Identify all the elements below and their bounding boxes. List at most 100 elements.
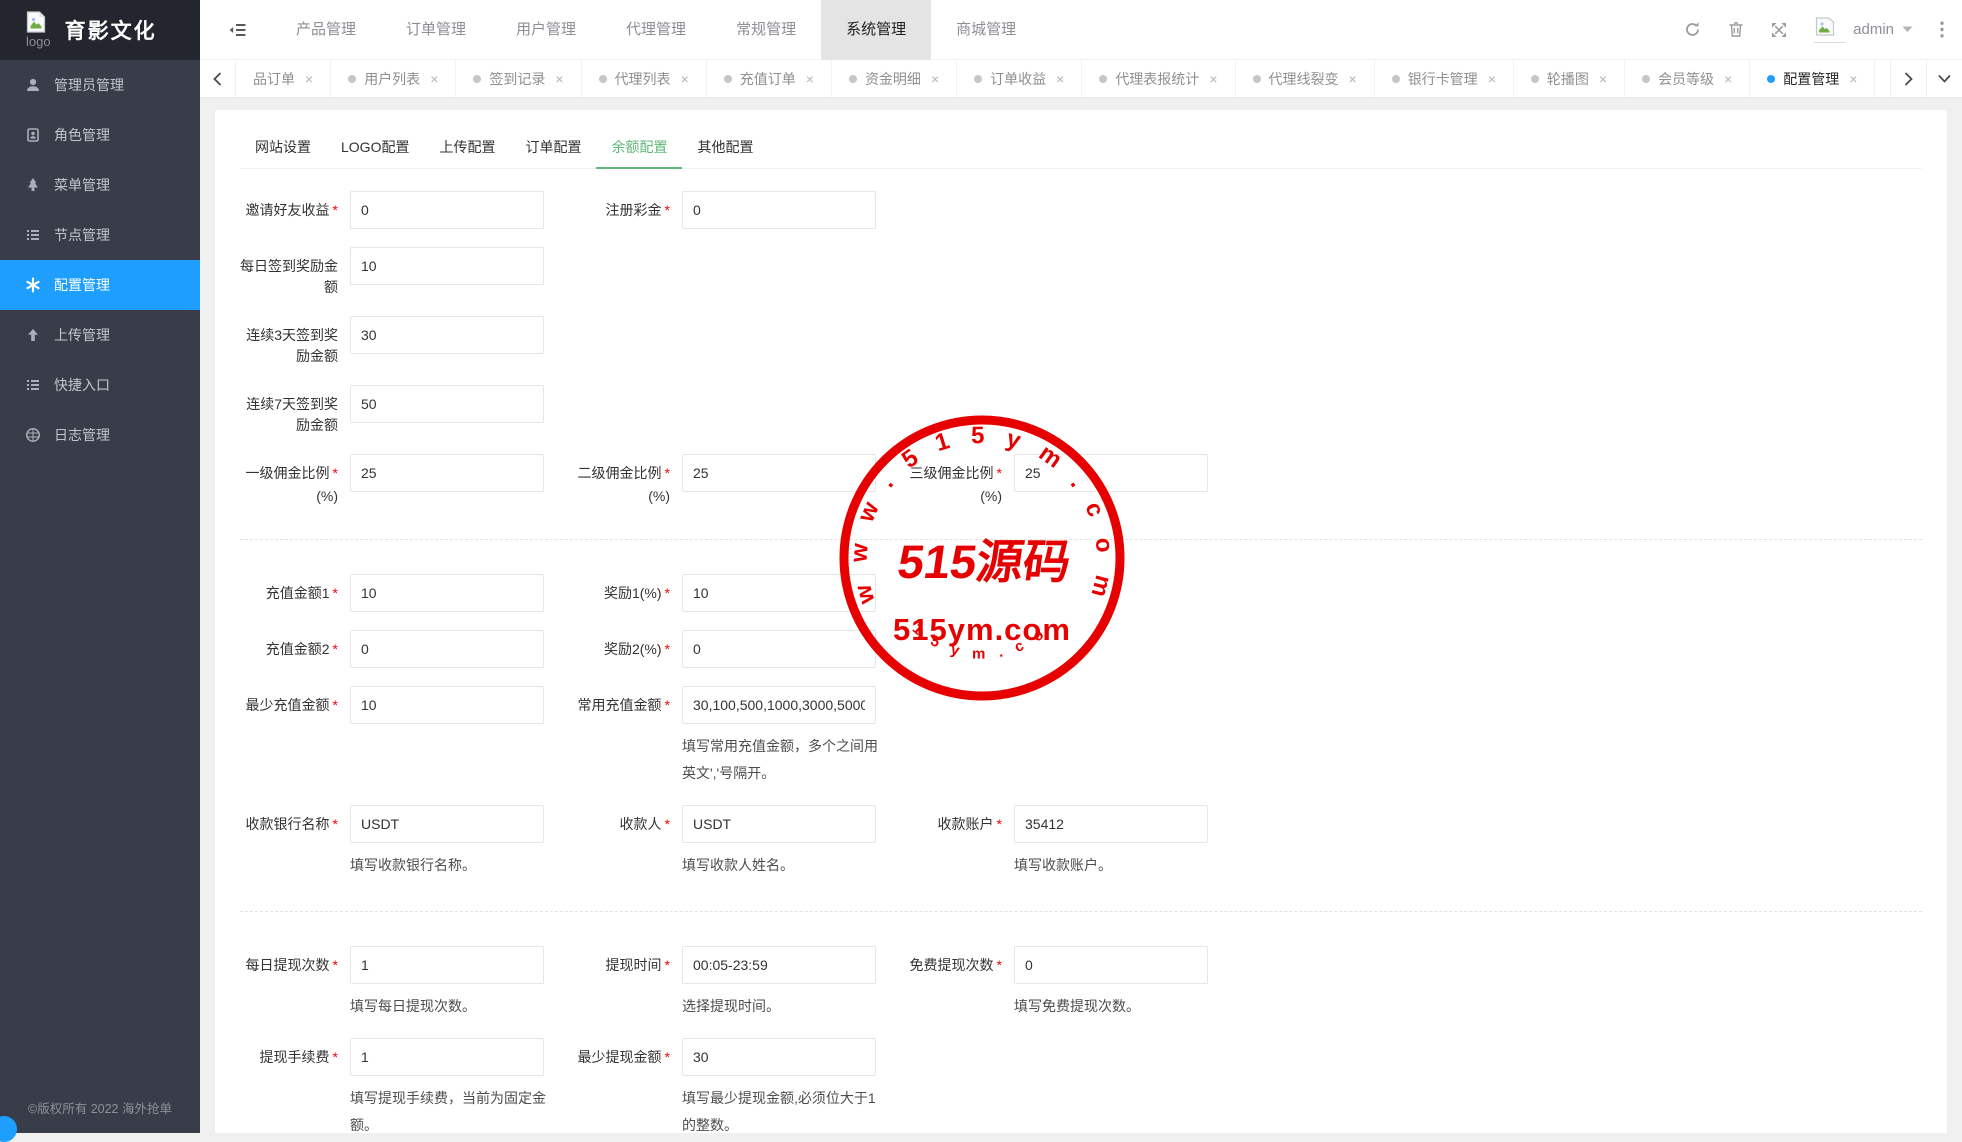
field-input[interactable] [350,454,544,492]
topnav-item-2[interactable]: 订单管理 [381,0,491,60]
field-help: 填写收款账户。 [1014,852,1219,879]
field-label-text: 一级佣金比例 [246,465,330,481]
sidebar-item-5[interactable]: 配置管理 [0,260,200,310]
sidebar-item-label: 菜单管理 [54,175,110,195]
workspace-tab-7[interactable]: 订单收益× [957,60,1082,97]
sidebar-item-3[interactable]: 菜单管理 [0,160,200,210]
tab-close-icon[interactable]: × [806,71,814,87]
topbar: 产品管理订单管理用户管理代理管理常规管理系统管理商城管理 [200,0,1684,59]
field-input[interactable] [682,805,876,843]
tab-dot [1099,75,1107,83]
sidebar-item-6[interactable]: 上传管理 [0,310,200,360]
field-input[interactable] [350,191,544,229]
tab-close-icon[interactable]: × [1209,71,1217,87]
field-input[interactable] [350,805,544,843]
tab-close-icon[interactable]: × [555,71,563,87]
field-input[interactable] [350,385,544,423]
field-input[interactable] [350,316,544,354]
tab-close-icon[interactable]: × [681,71,689,87]
panel-tab-5[interactable]: 余额配置 [596,126,682,168]
form-row: 一级佣金比例*(%)二级佣金比例*(%)三级佣金比例*(%) [240,454,1922,525]
field-input[interactable] [350,1038,544,1076]
field-input[interactable] [350,574,544,612]
tab-label: 代理表报统计 [1115,69,1199,89]
workspace-tab-2[interactable]: 用户列表× [331,60,456,97]
field-input[interactable] [1014,805,1208,843]
workspace-tab-3[interactable]: 签到记录× [456,60,581,97]
field-input[interactable] [1014,946,1208,984]
field-label: 邀请好友收益* [240,191,350,229]
field-input[interactable] [682,454,876,492]
workspace-tab-11[interactable]: 轮播图× [1514,60,1625,97]
more-vertical-icon[interactable] [1940,21,1944,38]
tab-close-icon[interactable]: × [1488,71,1496,87]
field-input[interactable] [682,574,876,612]
workspace-tab-5[interactable]: 充值订单× [707,60,832,97]
sidebar-item-8[interactable]: 日志管理 [0,410,200,460]
sidebar-item-2[interactable]: 角色管理 [0,110,200,160]
user-menu[interactable]: admin [1814,16,1913,43]
topnav-items: 产品管理订单管理用户管理代理管理常规管理系统管理商城管理 [271,0,1041,60]
field-box [350,247,544,298]
topnav-item-6[interactable]: 系统管理 [821,0,931,60]
tab-close-icon[interactable]: × [1724,71,1732,87]
field-box [350,574,544,612]
workspace-tab-8[interactable]: 代理表报统计 × [1082,60,1235,97]
workspace-tab-9[interactable]: 代理线裂变× [1236,60,1375,97]
refresh-icon[interactable] [1684,21,1701,38]
required-asterisk: * [333,465,338,481]
sidebar-item-1[interactable]: 管理员管理 [0,60,200,110]
field-input[interactable] [350,946,544,984]
field-input[interactable] [350,630,544,668]
field-label-unit: (%) [240,486,338,507]
config-card: 网站设置LOGO配置上传配置订单配置余额配置其他配置 邀请好友收益*注册彩金*每… [215,110,1947,1133]
field-input[interactable] [682,946,876,984]
workspace-tab-13[interactable]: 配置管理× [1750,60,1875,97]
panel-tab-3[interactable]: 上传配置 [424,126,510,168]
collapse-menu-icon[interactable] [228,22,247,38]
field-input[interactable] [350,686,544,724]
sidebar-item-4[interactable]: 节点管理 [0,210,200,260]
tab-close-icon[interactable]: × [931,71,939,87]
topnav-item-5[interactable]: 常规管理 [711,0,821,60]
topnav-item-7[interactable]: 商城管理 [931,0,1041,60]
tab-close-icon[interactable]: × [1349,71,1357,87]
topnav-item-3[interactable]: 用户管理 [491,0,601,60]
field-input[interactable] [350,247,544,285]
workspace-tab-1[interactable]: 品订单× [236,60,331,97]
tab-close-icon[interactable]: × [1599,71,1607,87]
panel-tab-4[interactable]: 订单配置 [510,126,596,168]
trash-icon[interactable] [1728,21,1744,38]
panel-tab-2[interactable]: LOGO配置 [326,126,424,168]
required-asterisk: * [333,1049,338,1065]
tabs-scroll-left-icon[interactable] [200,60,236,97]
username-label: admin [1853,21,1894,38]
field-input[interactable] [1014,454,1208,492]
field-input[interactable] [682,686,876,724]
field-label-text: 常用充值金额 [578,697,662,713]
workspace-tab-6[interactable]: 资金明细× [832,60,957,97]
workspace-tab-4[interactable]: 代理列表× [582,60,707,97]
field-input[interactable] [682,191,876,229]
tab-dot [599,75,607,83]
field-label: 一级佣金比例* (%) [240,454,350,507]
field-input[interactable] [682,630,876,668]
field-input[interactable] [682,1038,876,1076]
panel-tab-6[interactable]: 其他配置 [682,126,768,168]
topnav-item-1[interactable]: 产品管理 [271,0,381,60]
sidebar-item-7[interactable]: 快捷入口 [0,360,200,410]
sidebar-item-label: 节点管理 [54,225,110,245]
tab-close-icon[interactable]: × [1849,71,1857,87]
tab-close-icon[interactable]: × [1056,71,1064,87]
fullscreen-icon[interactable] [1771,22,1787,38]
panel-tab-1[interactable]: 网站设置 [240,126,326,168]
tabs-scroll-right-icon[interactable] [1890,60,1926,97]
tabs-menu-icon[interactable] [1926,60,1962,97]
form-row: 连续3天签到奖励金额 [240,316,1922,385]
tab-close-icon[interactable]: × [430,71,438,87]
field-box [350,686,544,787]
workspace-tab-10[interactable]: 银行卡管理× [1375,60,1514,97]
tab-close-icon[interactable]: × [305,71,313,87]
topnav-item-4[interactable]: 代理管理 [601,0,711,60]
workspace-tab-12[interactable]: 会员等级× [1625,60,1750,97]
